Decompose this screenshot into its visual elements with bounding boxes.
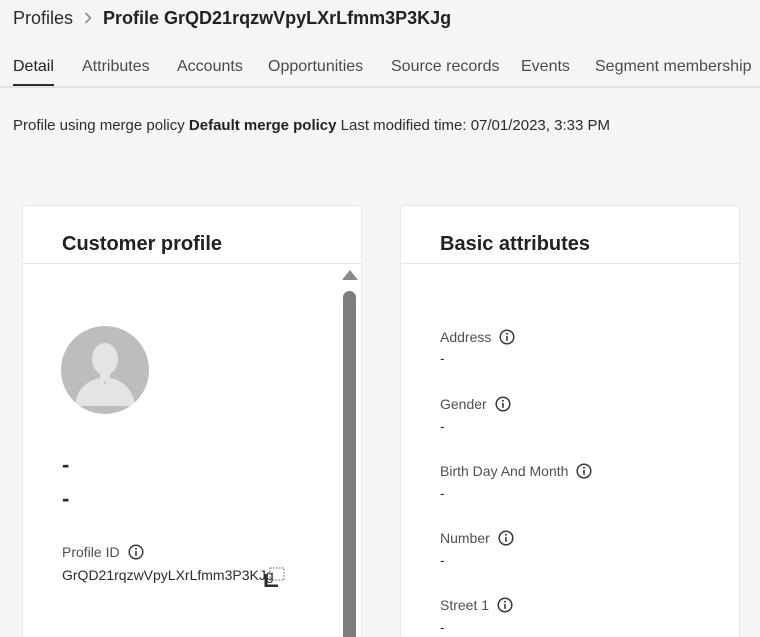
info-icon[interactable] <box>128 544 144 560</box>
info-icon[interactable] <box>495 396 511 412</box>
basic-attributes-title: Basic attributes <box>440 233 591 255</box>
attribute-label-text: Birth Day And Month <box>440 463 569 479</box>
info-icon[interactable] <box>498 530 514 546</box>
tab-bar: Detail Attributes Accounts Opportunities… <box>0 50 760 88</box>
attribute-number-value: - <box>440 552 445 568</box>
card-header: Customer profile <box>23 206 361 264</box>
profile-last-name: - <box>62 486 70 511</box>
avatar <box>61 326 149 414</box>
merge-policy-name: Default merge policy <box>188 117 337 134</box>
tab-accounts[interactable]: Accounts <box>177 58 243 76</box>
customer-profile-title: Customer profile <box>62 233 223 255</box>
attribute-number-label: Number <box>440 530 514 546</box>
tab-attributes[interactable]: Attributes <box>82 58 150 76</box>
scrollbar-thumb[interactable] <box>343 291 356 637</box>
last-modified-time: Last modified time: 07/01/2023, 3:33 PM <box>340 117 610 134</box>
attribute-street1-value: - <box>440 619 445 635</box>
scroll-up-arrow-icon[interactable] <box>342 270 358 280</box>
customer-profile-card: Customer profile - - Profile ID GrQD21rq… <box>22 205 362 637</box>
tab-opportunities[interactable]: Opportunities <box>268 58 363 76</box>
profile-first-name: - <box>62 452 70 477</box>
attribute-address-value: - <box>440 350 445 366</box>
attribute-birthday-label: Birth Day And Month <box>440 463 592 479</box>
info-icon[interactable] <box>576 463 592 479</box>
page-title: Profile GrQD21rqzwVpyLXrLfmm3P3KJg <box>103 8 452 28</box>
basic-attributes-card: Basic attributes Address - Gender - Birt… <box>400 205 740 637</box>
info-icon[interactable] <box>499 329 515 345</box>
person-silhouette-icon <box>75 343 135 406</box>
profile-id-value: GrQD21rqzwVpyLXrLfmm3P3KJg <box>62 567 274 583</box>
card-header: Basic attributes <box>401 206 739 264</box>
merge-policy-info: Profile using merge policy Default merge… <box>13 117 610 134</box>
attribute-label-text: Number <box>440 530 490 546</box>
breadcrumb-profiles-link[interactable]: Profiles <box>13 8 73 29</box>
profile-id-label-text: Profile ID <box>62 544 120 560</box>
copy-icon[interactable] <box>264 567 286 587</box>
profile-id-label: Profile ID <box>62 544 144 560</box>
attribute-birthday-value: - <box>440 485 445 501</box>
attribute-label-text: Address <box>440 329 492 345</box>
attribute-label-text: Gender <box>440 396 487 412</box>
attribute-gender-label: Gender <box>440 396 511 412</box>
tab-segment-membership[interactable]: Segment membership <box>595 58 752 76</box>
merge-policy-prefix: Profile using merge policy <box>13 117 185 134</box>
attribute-address-label: Address <box>440 329 515 345</box>
tab-events[interactable]: Events <box>521 58 570 76</box>
tab-source-records[interactable]: Source records <box>391 58 500 76</box>
chevron-right-icon <box>84 11 92 27</box>
profile-detail-page: Profiles Profile GrQD21rqzwVpyLXrLfmm3P3… <box>0 0 760 637</box>
active-tab-indicator <box>13 84 54 86</box>
attribute-gender-value: - <box>440 418 445 434</box>
tab-detail[interactable]: Detail <box>13 58 54 76</box>
info-icon[interactable] <box>497 597 513 613</box>
breadcrumb: Profiles Profile GrQD21rqzwVpyLXrLfmm3P3… <box>13 8 451 29</box>
attribute-street1-label: Street 1 <box>440 597 513 613</box>
attribute-label-text: Street 1 <box>440 597 490 613</box>
